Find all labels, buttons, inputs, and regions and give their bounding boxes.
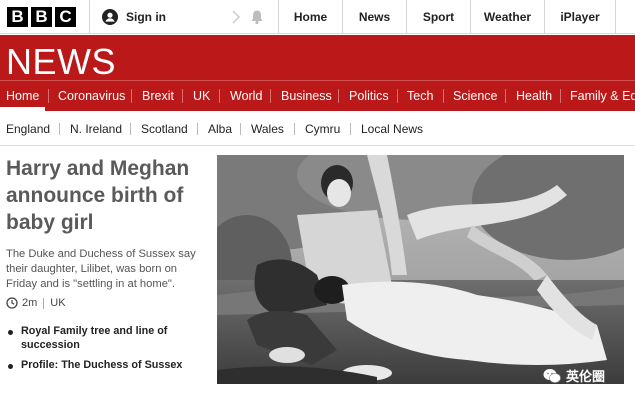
news-logo[interactable]: NEWS: [6, 41, 116, 83]
bbc-logo[interactable]: B B C: [7, 7, 76, 27]
sub-nav-scotland[interactable]: Scotland: [141, 112, 188, 146]
user-icon: [102, 9, 118, 25]
main-nav-world[interactable]: World: [230, 81, 262, 111]
story-timestamp: 2m: [22, 297, 38, 309]
top-nav-iplayer[interactable]: iPlayer: [545, 0, 615, 34]
main-nav: Home Coronavirus Brexit UK World Busines…: [0, 80, 635, 111]
divider: [131, 89, 132, 103]
divider: [397, 89, 398, 103]
top-nav-sport[interactable]: Sport: [407, 0, 470, 34]
divider: [89, 0, 90, 34]
related-link[interactable]: Royal Family tree and line of succession: [8, 325, 208, 352]
main-nav-uk[interactable]: UK: [193, 81, 210, 111]
divider: [59, 123, 60, 135]
divider: [219, 89, 220, 103]
bbc-logo-letter: C: [55, 7, 76, 27]
related-link[interactable]: Profile: The Duchess of Sussex: [8, 359, 208, 373]
garden-couple-illustration: [217, 155, 624, 384]
divider: [130, 123, 131, 135]
bbc-logo-letter: B: [7, 7, 28, 27]
sign-in-label: Sign in: [126, 10, 166, 24]
divider: [270, 89, 271, 103]
main-nav-coronavirus[interactable]: Coronavirus: [58, 81, 125, 111]
main-nav-family-education[interactable]: Family & Edu: [570, 81, 635, 111]
story-section-link[interactable]: UK: [50, 297, 65, 309]
bell-icon[interactable]: [249, 9, 265, 25]
bbc-logo-letter: B: [31, 7, 52, 27]
watermark: 英伦圈: [543, 366, 605, 385]
divider: [240, 123, 241, 135]
top-bar: B B C Sign in Home News Sport Weather iP…: [0, 0, 635, 34]
main-nav-politics[interactable]: Politics: [349, 81, 389, 111]
top-nav-weather[interactable]: Weather: [471, 0, 544, 34]
top-nav-home[interactable]: Home: [279, 0, 342, 34]
main-nav-business[interactable]: Business: [281, 81, 332, 111]
divider: [443, 89, 444, 103]
main-nav-brexit[interactable]: Brexit: [142, 81, 174, 111]
divider: [338, 89, 339, 103]
divider: [615, 0, 616, 34]
clock-icon: [6, 297, 18, 309]
sub-nav-local-news[interactable]: Local News: [361, 112, 423, 146]
story-photo[interactable]: [217, 155, 624, 384]
story-summary: The Duke and Duchess of Sussex say their…: [6, 248, 196, 290]
sub-nav-n-ireland[interactable]: N. Ireland: [70, 112, 122, 146]
divider: [43, 297, 45, 309]
top-nav-news[interactable]: News: [343, 0, 406, 34]
main-nav-tech[interactable]: Tech: [407, 81, 433, 111]
main-nav-science[interactable]: Science: [453, 81, 497, 111]
divider: [182, 89, 183, 103]
sub-nav-alba[interactable]: Alba: [208, 112, 232, 146]
sub-nav-england[interactable]: England: [6, 112, 50, 146]
wechat-icon: [543, 368, 561, 383]
sub-nav: England N. Ireland Scotland Alba Wales C…: [0, 112, 635, 146]
watermark-label: 英伦圈: [566, 369, 606, 384]
chevron-right-icon: [232, 10, 241, 24]
divider: [48, 89, 49, 103]
active-tab-indicator: [0, 107, 45, 111]
divider: [350, 123, 351, 135]
story-headline[interactable]: Harry and Meghan announce birth of baby …: [6, 155, 211, 236]
divider: [197, 123, 198, 135]
divider: [560, 89, 561, 103]
divider: [505, 89, 506, 103]
sub-nav-wales[interactable]: Wales: [251, 112, 284, 146]
divider: [294, 123, 295, 135]
story-meta: 2m UK: [6, 297, 66, 309]
main-nav-health[interactable]: Health: [516, 81, 552, 111]
related-links: Royal Family tree and line of succession…: [8, 325, 208, 380]
sub-nav-cymru[interactable]: Cymru: [305, 112, 340, 146]
sign-in-button[interactable]: Sign in: [102, 0, 166, 34]
